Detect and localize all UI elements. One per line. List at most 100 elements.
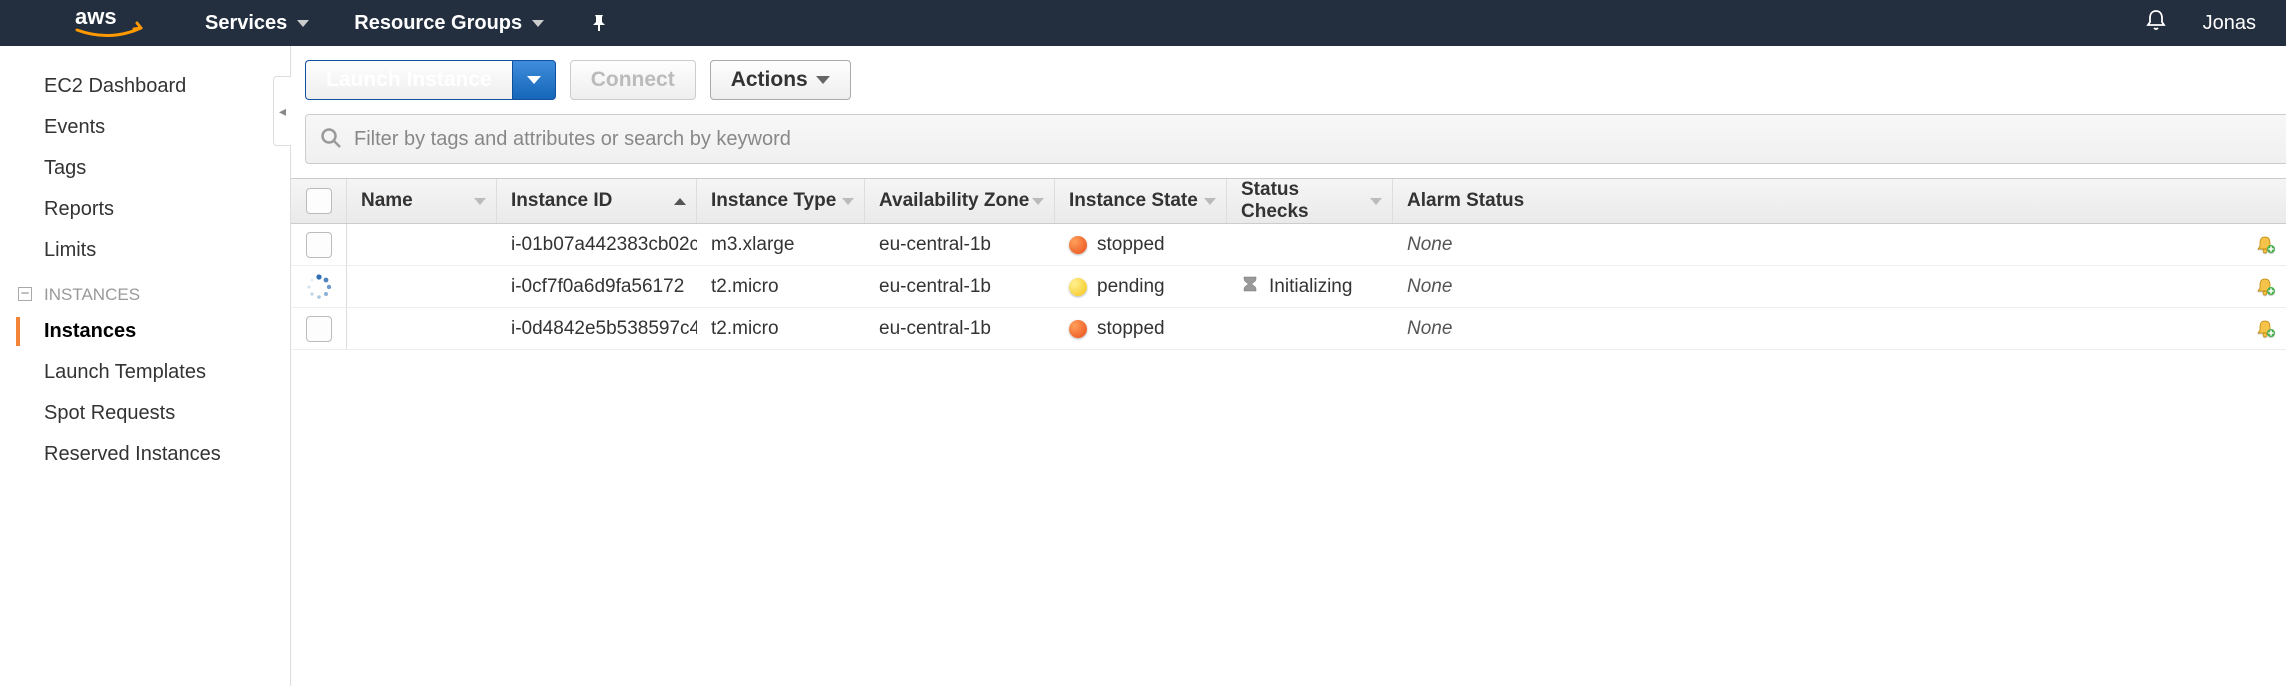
cell-status-checks [1227, 224, 1393, 265]
cell-instance-state: stopped [1055, 224, 1227, 265]
launch-instance-button[interactable]: Launch Instance [305, 60, 512, 100]
cell-name [347, 224, 497, 265]
cell-instance-id: i-01b07a442383cb02c [497, 224, 697, 265]
connect-button: Connect [570, 60, 696, 100]
sidebar-item-limits[interactable]: Limits [0, 230, 290, 271]
cell-alarm-status: None [1393, 266, 2286, 307]
row-select-cell [291, 224, 347, 265]
aws-logo[interactable]: aws [75, 8, 145, 38]
cell-availability-zone: eu-central-1b [865, 308, 1055, 349]
cell-instance-id: i-0d4842e5b538597c4 [497, 308, 697, 349]
nav-resource-groups[interactable]: Resource Groups [354, 12, 544, 35]
row-checkbox[interactable] [306, 316, 332, 342]
column-status-checks[interactable]: Status Checks [1227, 179, 1393, 223]
notifications-bell-icon[interactable] [2144, 8, 2168, 38]
select-all-checkbox[interactable] [306, 188, 332, 214]
row-select-cell [291, 308, 347, 349]
actions-button[interactable]: Actions [710, 60, 851, 100]
cell-instance-type: t2.micro [697, 308, 865, 349]
caret-down-icon [297, 20, 309, 27]
sidebar-item-tags[interactable]: Tags [0, 148, 290, 189]
column-instance-state[interactable]: Instance State [1055, 179, 1227, 223]
hourglass-icon [1241, 275, 1259, 299]
cell-availability-zone: eu-central-1b [865, 224, 1055, 265]
sort-icon [842, 198, 854, 205]
add-alarm-icon[interactable] [2254, 276, 2276, 298]
add-alarm-icon[interactable] [2254, 318, 2276, 340]
action-bar: Launch Instance Connect Actions [291, 60, 2286, 114]
sort-icon [474, 198, 486, 205]
alarm-status-text: None [1407, 234, 1452, 256]
main-panel: ◂ Launch Instance Connect Actions [290, 46, 2286, 686]
cell-name [347, 308, 497, 349]
table-row[interactable]: i-01b07a442383cb02cm3.xlargeeu-central-1… [291, 224, 2286, 266]
cell-status-checks: Initializing [1227, 266, 1393, 307]
table-header: Name Instance ID Instance Type Availabil… [291, 178, 2286, 224]
cell-availability-zone: eu-central-1b [865, 266, 1055, 307]
alarm-status-text: None [1407, 276, 1452, 298]
sidebar-item-ec2-dashboard[interactable]: EC2 Dashboard [0, 66, 290, 107]
cell-alarm-status: None [1393, 308, 2286, 349]
collapse-minus-icon: − [18, 287, 32, 301]
column-instance-type-label: Instance Type [711, 190, 836, 212]
loading-spinner-icon [305, 273, 333, 301]
column-name-label: Name [361, 190, 413, 212]
filter-bar[interactable] [305, 114, 2286, 164]
alarm-status-text: None [1407, 318, 1452, 340]
pin-icon[interactable] [589, 13, 609, 33]
sidebar-section-instances[interactable]: − INSTANCES [0, 271, 290, 311]
column-alarm-status-label: Alarm Status [1407, 190, 1524, 212]
nav-resource-groups-label: Resource Groups [354, 12, 522, 35]
cell-instance-type: m3.xlarge [697, 224, 865, 265]
actions-button-label: Actions [731, 68, 808, 92]
add-alarm-icon[interactable] [2254, 234, 2276, 256]
svg-text:aws: aws [75, 8, 117, 29]
state-dot-icon [1069, 320, 1087, 338]
sidebar-item-spot-requests[interactable]: Spot Requests [0, 393, 290, 434]
sidebar-item-launch-templates[interactable]: Launch Templates [0, 352, 290, 393]
row-checkbox[interactable] [306, 232, 332, 258]
nav-services[interactable]: Services [205, 12, 309, 35]
cell-instance-state: pending [1055, 266, 1227, 307]
sidebar-collapse-handle[interactable]: ◂ [273, 76, 291, 146]
sidebar: EC2 Dashboard Events Tags Reports Limits… [0, 46, 290, 686]
caret-down-icon [816, 76, 830, 84]
search-icon [320, 127, 342, 152]
column-state-label: Instance State [1069, 190, 1198, 212]
sidebar-section-instances-label: INSTANCES [44, 285, 140, 304]
state-dot-icon [1069, 236, 1087, 254]
column-instance-type[interactable]: Instance Type [697, 179, 865, 223]
sidebar-item-instances[interactable]: Instances [0, 311, 290, 352]
caret-down-icon [527, 76, 541, 84]
table-row[interactable]: i-0cf7f0a6d9fa56172t2.microeu-central-1b… [291, 266, 2286, 308]
filter-input[interactable] [354, 128, 2272, 151]
launch-instance-button-group: Launch Instance [305, 60, 556, 100]
select-all-cell [291, 179, 347, 223]
caret-down-icon [532, 20, 544, 27]
column-status-checks-label: Status Checks [1241, 179, 1370, 223]
cell-alarm-status: None [1393, 224, 2286, 265]
cell-instance-type: t2.micro [697, 266, 865, 307]
state-dot-icon [1069, 278, 1087, 296]
column-alarm-status[interactable]: Alarm Status [1393, 179, 2286, 223]
sidebar-item-reserved-instances[interactable]: Reserved Instances [0, 434, 290, 475]
cell-instance-id: i-0cf7f0a6d9fa56172 [497, 266, 697, 307]
sort-icon [1032, 198, 1044, 205]
column-availability-zone[interactable]: Availability Zone [865, 179, 1055, 223]
column-instance-id[interactable]: Instance ID [497, 179, 697, 223]
sort-icon [1370, 198, 1382, 205]
top-nav: aws Services Resource Groups Jonas [0, 0, 2286, 46]
sidebar-item-events[interactable]: Events [0, 107, 290, 148]
column-instance-id-label: Instance ID [511, 190, 612, 212]
launch-instance-dropdown[interactable] [512, 60, 556, 100]
nav-username[interactable]: Jonas [2203, 12, 2256, 35]
instances-table: Name Instance ID Instance Type Availabil… [291, 178, 2286, 350]
column-az-label: Availability Zone [879, 190, 1029, 212]
cell-instance-state: stopped [1055, 308, 1227, 349]
table-row[interactable]: i-0d4842e5b538597c4t2.microeu-central-1b… [291, 308, 2286, 350]
sidebar-item-reports[interactable]: Reports [0, 189, 290, 230]
sort-icon [1204, 198, 1216, 205]
cell-status-checks [1227, 308, 1393, 349]
column-name[interactable]: Name [347, 179, 497, 223]
row-select-cell [291, 266, 347, 307]
